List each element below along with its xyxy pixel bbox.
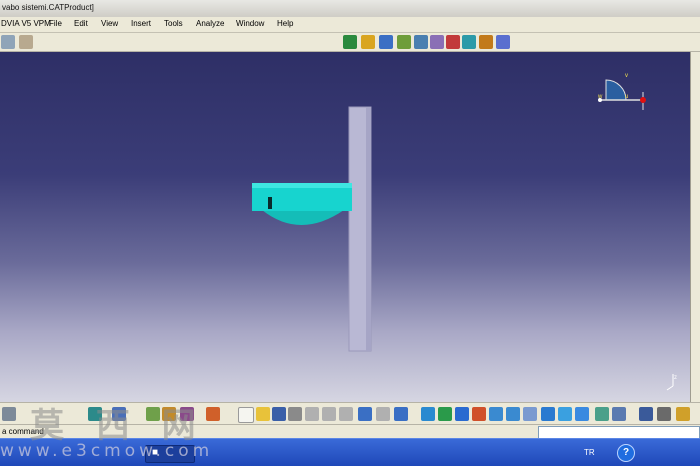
compass-w-label: w: [597, 94, 603, 100]
redo-icon[interactable]: [376, 407, 390, 421]
tool-b1-icon[interactable]: [2, 407, 16, 421]
menu-view[interactable]: View: [101, 19, 118, 28]
update-icon[interactable]: [479, 35, 493, 49]
basin-drain-slot: [268, 197, 272, 209]
measure-icon[interactable]: [639, 407, 653, 421]
hide-show-icon[interactable]: [595, 407, 609, 421]
assembly-icon[interactable]: [397, 35, 411, 49]
print-icon[interactable]: [288, 407, 302, 421]
help-icon[interactable]: ?: [617, 444, 635, 462]
clash-analyze-icon[interactable]: [657, 407, 671, 421]
window-titlebar: vabo sistemi.CATProduct]: [0, 0, 700, 18]
menu-window[interactable]: Window: [236, 19, 264, 28]
menu-analyze[interactable]: Analyze: [196, 19, 224, 28]
watermark-chinese: 莫 西 网: [30, 406, 206, 446]
compass-v-label: v: [625, 73, 628, 79]
paste-icon[interactable]: [339, 407, 353, 421]
basin-bowl: [262, 210, 344, 225]
fly-icon[interactable]: [421, 407, 435, 421]
normal-view-icon[interactable]: [523, 407, 537, 421]
snap-icon[interactable]: [430, 35, 444, 49]
save-icon[interactable]: [272, 407, 286, 421]
axis-triad: z: [666, 374, 677, 391]
menu-bar: DVIA V5 VPM File Edit View Insert Tools …: [0, 17, 700, 33]
tool-b-last-icon[interactable]: [676, 407, 690, 421]
swap-space-icon[interactable]: [612, 407, 626, 421]
part-icon[interactable]: [379, 35, 393, 49]
compass[interactable]: v u w: [597, 73, 646, 110]
menu-edit[interactable]: Edit: [74, 19, 88, 28]
top-toolbar: [0, 33, 700, 52]
compass-u-label: u: [625, 94, 628, 100]
basin-rim: [252, 183, 352, 188]
undo-icon[interactable]: [358, 407, 372, 421]
cut-icon[interactable]: [305, 407, 319, 421]
zoom-in-icon[interactable]: [489, 407, 503, 421]
constraint-icon[interactable]: [343, 35, 357, 49]
pan-icon[interactable]: [455, 407, 469, 421]
tool-icon-1[interactable]: [1, 35, 15, 49]
menu-tools[interactable]: Tools: [164, 19, 183, 28]
multi-view-icon[interactable]: [541, 407, 555, 421]
scene-svg: v u w z: [252, 73, 677, 391]
rotate-icon[interactable]: [472, 407, 486, 421]
menu-insert[interactable]: Insert: [131, 19, 151, 28]
menu-file[interactable]: File: [49, 19, 62, 28]
right-toolbar-strip: [690, 52, 700, 402]
explode-icon[interactable]: [446, 35, 460, 49]
fit-all-icon[interactable]: [438, 407, 452, 421]
open-icon[interactable]: [256, 407, 270, 421]
zoom-out-icon[interactable]: [506, 407, 520, 421]
axis-z-label: z: [674, 375, 677, 381]
tool-icon-2[interactable]: [19, 35, 33, 49]
menu-enovia[interactable]: DVIA V5 VPM: [1, 19, 51, 28]
move-icon[interactable]: [414, 35, 428, 49]
new-icon[interactable]: [238, 407, 254, 423]
window-title: vabo sistemi.CATProduct]: [2, 3, 94, 12]
watermark-url: www.e3cmow.com: [0, 441, 214, 461]
copy-icon[interactable]: [322, 407, 336, 421]
clash-icon[interactable]: [462, 35, 476, 49]
language-indicator[interactable]: TR: [584, 448, 595, 457]
menu-help[interactable]: Help: [277, 19, 293, 28]
grid-icon[interactable]: [206, 407, 220, 421]
whats-this-icon[interactable]: [394, 407, 408, 421]
shading-icon[interactable]: [575, 407, 589, 421]
iso-view-icon[interactable]: [558, 407, 572, 421]
wall-panel-edge: [366, 107, 371, 351]
fix-icon[interactable]: [496, 35, 510, 49]
product-icon[interactable]: [361, 35, 375, 49]
3d-viewport[interactable]: v u w z: [0, 52, 690, 402]
